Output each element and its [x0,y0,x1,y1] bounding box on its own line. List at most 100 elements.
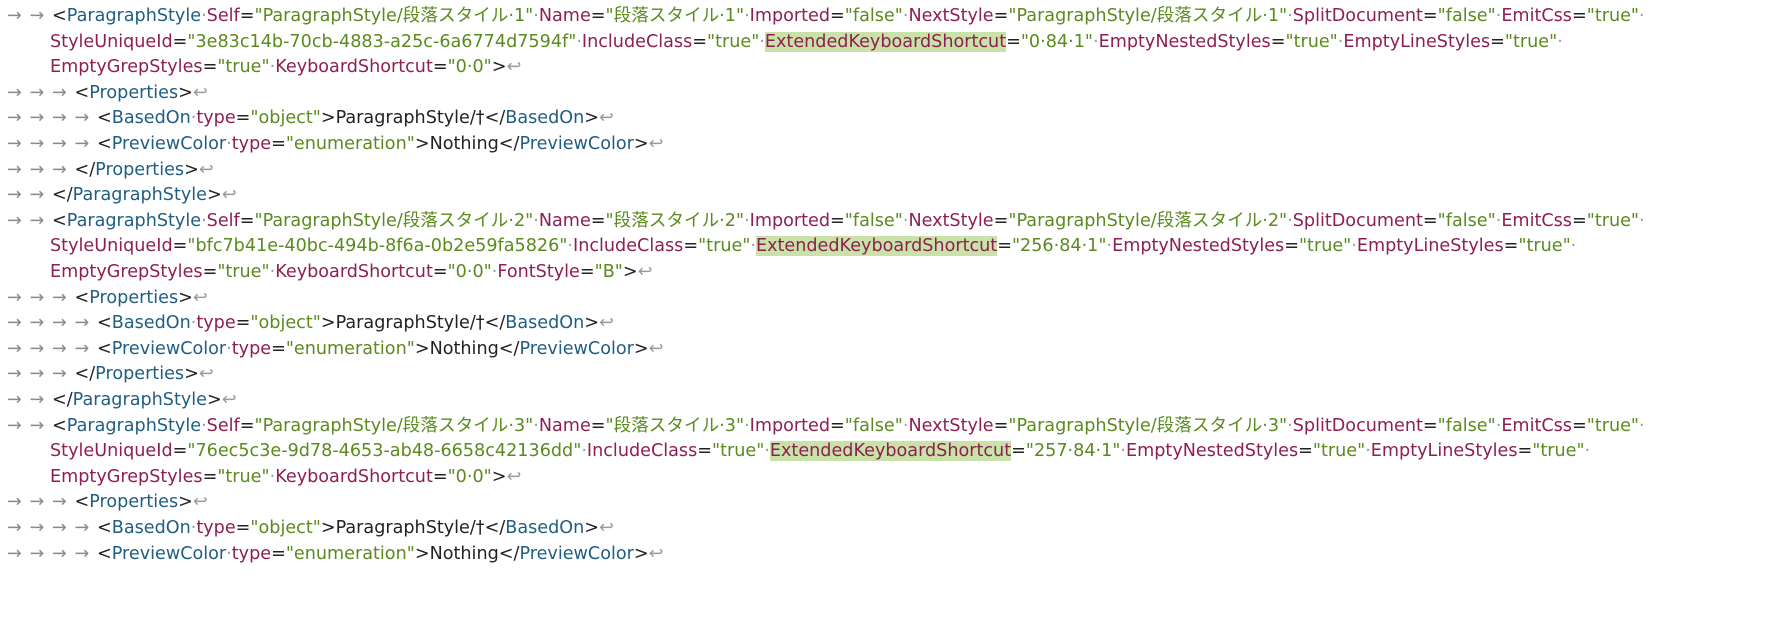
attribute-value: "256·84·1" [1011,236,1107,257]
punctuation: = [432,262,448,282]
punctuation: = [1270,31,1286,52]
return-icon: ↩ [192,492,208,513]
attribute-name: EmptyGrepStyles [50,262,203,282]
tag-name: PreviewColor [111,134,227,154]
punctuation: > [178,82,193,103]
attribute-value: "true" [1586,6,1640,26]
punctuation: </ [52,185,73,206]
punctuation: = [683,236,699,257]
tag-name: ParagraphStyle [66,210,202,231]
punctuation: = [271,338,286,359]
punctuation: = [1006,31,1021,52]
punctuation: > [184,364,199,385]
punctuation: = [239,415,255,436]
tab-arrow-icon: → [52,492,67,513]
code-line: → → <ParagraphStyle·Self="ParagraphStyle/段… [7,4,1645,30]
tab-arrow-icon: → [29,364,45,385]
attribute-value: "true" [698,236,751,257]
punctuation: </ [498,134,520,154]
return-icon: ↩ [221,185,237,206]
return-icon: ↩ [599,518,614,538]
tab-arrow-icon: → [29,82,45,103]
tab-arrow-icon: → [52,134,67,154]
tab-arrow-icon: → [29,492,45,513]
punctuation: = [830,415,845,436]
tab-arrow-icon: → [7,287,22,308]
attribute-name: NextStyle [908,6,994,26]
tag-name: PreviewColor [519,338,634,359]
attribute-value: "段落スタイル·2" [605,210,745,231]
attribute-name: Imported [749,210,831,231]
code-line: → → → <Properties>↩ [7,81,208,107]
tab-arrow-icon: → [52,82,67,103]
punctuation: </ [484,518,506,538]
tab-arrow-icon: → [7,108,22,129]
search-highlight: ExtendedKeyboardShortcut [764,31,1007,52]
attribute-value: "false" [844,210,903,231]
code-line: EmptyGrepStyles="true"·KeyboardShortcut=… [50,260,652,286]
attribute-name: type [196,108,236,129]
attribute-name: SplitDocument [1292,210,1423,231]
return-icon: ↩ [506,466,522,487]
attribute-name: StyleUniqueId [50,441,173,462]
attribute-value: "false" [1437,415,1496,436]
punctuation: < [97,134,112,154]
attribute-name: NextStyle [908,210,994,231]
code-line: → → → </Properties>↩ [7,362,214,388]
punctuation: = [997,236,1012,257]
punctuation: = [239,6,255,26]
punctuation: > [584,108,600,129]
code-line: → → → → <BasedOn·type="object">ParagraphStyl… [7,311,614,337]
punctuation: < [97,543,112,564]
text-content: Nothing [429,134,499,154]
tab-arrow-icon: → [7,415,22,436]
punctuation: = [1571,210,1587,231]
punctuation: > [320,518,336,538]
tab-arrow-icon: → [7,390,22,410]
attribute-name: KeyboardShortcut [275,57,433,78]
attribute-name: type [231,543,272,564]
punctuation: = [1571,415,1587,436]
punctuation: < [52,6,67,26]
tag-name: Properties [95,159,185,180]
space-marker: · [1639,415,1645,436]
punctuation: = [1571,6,1587,26]
attribute-value: "true" [1586,415,1640,436]
attribute-value: "true" [707,31,760,52]
attribute-name: StyleUniqueId [50,31,173,52]
tab-arrow-icon: → [7,185,22,206]
attribute-name: IncludeClass [573,236,684,257]
punctuation: = [202,57,218,78]
punctuation: = [993,210,1009,231]
return-icon: ↩ [198,159,214,180]
attribute-name: IncludeClass [581,31,693,52]
tab-arrow-icon: → [29,210,45,231]
attribute-name: KeyboardShortcut [275,466,433,487]
attribute-value: "true" [1586,210,1640,231]
punctuation: </ [484,108,506,129]
attribute-name: Self [206,6,240,26]
tab-arrow-icon: → [74,518,90,538]
space-marker: · [1584,441,1591,462]
tab-arrow-icon: → [29,6,45,26]
punctuation: = [830,210,845,231]
punctuation: = [692,31,707,52]
attribute-name: type [231,134,272,154]
punctuation: > [206,390,222,410]
punctuation: = [1298,441,1313,462]
text-content: ParagraphStyle/† [335,108,485,129]
punctuation: > [414,134,430,154]
attribute-value: "enumeration" [285,338,415,359]
punctuation: > [320,108,336,129]
return-icon: ↩ [648,543,664,564]
tag-name: Properties [95,364,185,385]
xml-code-editor[interactable]: → → <ParagraphStyle·Self="ParagraphStyle/段… [0,0,1774,634]
punctuation: > [414,338,430,359]
tab-arrow-icon: → [52,159,67,180]
return-icon: ↩ [648,338,664,359]
return-icon: ↩ [221,390,237,410]
punctuation: < [97,313,112,334]
tab-arrow-icon: → [29,415,45,436]
attribute-value: "0·0" [447,262,492,282]
punctuation: = [172,31,188,52]
